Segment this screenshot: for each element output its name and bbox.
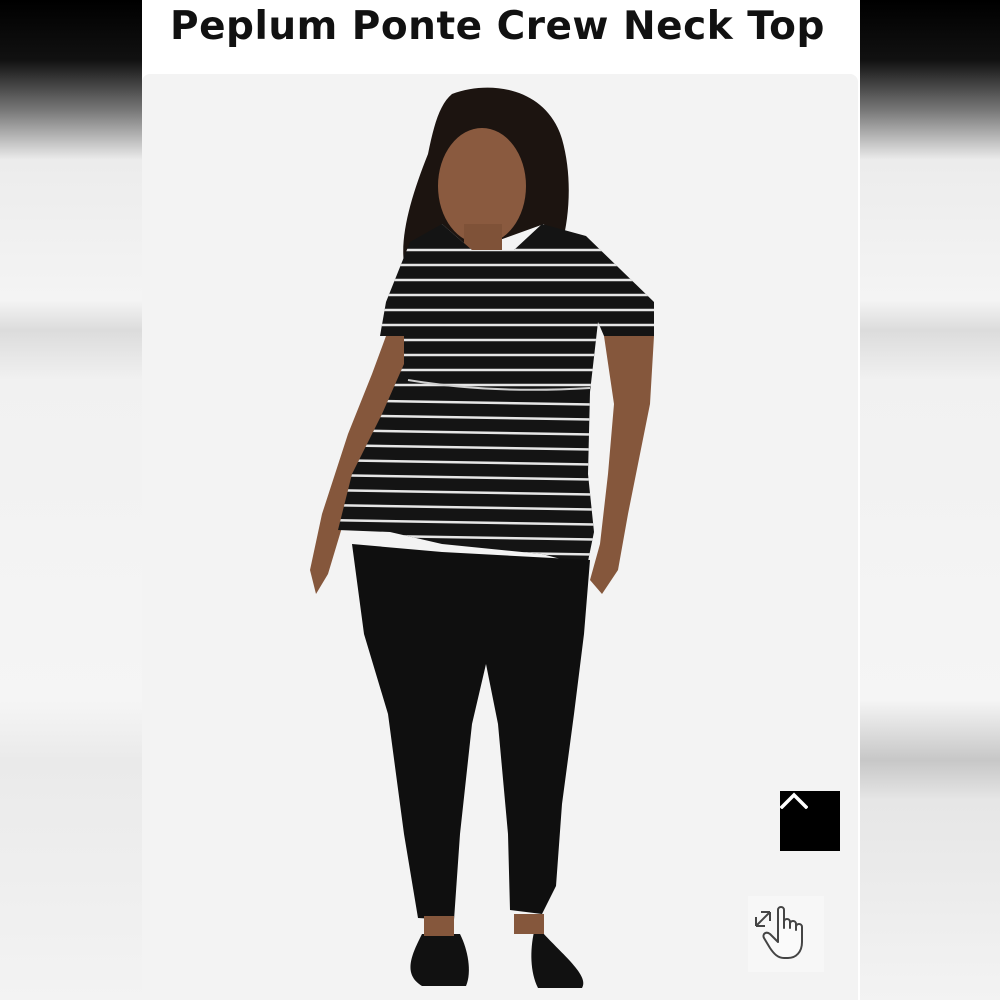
zoom-hint-button[interactable] [748,896,824,972]
product-panel: Peplum Ponte Crew Neck Top [142,0,860,1000]
left-shoe [410,934,469,986]
product-title: Peplum Ponte Crew Neck Top [170,4,825,49]
scroll-to-top-button[interactable] [780,791,840,851]
product-photo[interactable] [142,74,858,1000]
right-arm [590,336,654,594]
chevron-up-icon [780,792,808,809]
right-shoe [531,932,584,988]
blurred-background-left [0,0,142,1000]
screen: Peplum Ponte Crew Neck Top [0,0,1000,1000]
hand-pinch-zoom-icon [755,906,803,959]
blurred-background-right [860,0,1000,1000]
model-illustration [310,87,654,988]
leggings [352,544,590,920]
